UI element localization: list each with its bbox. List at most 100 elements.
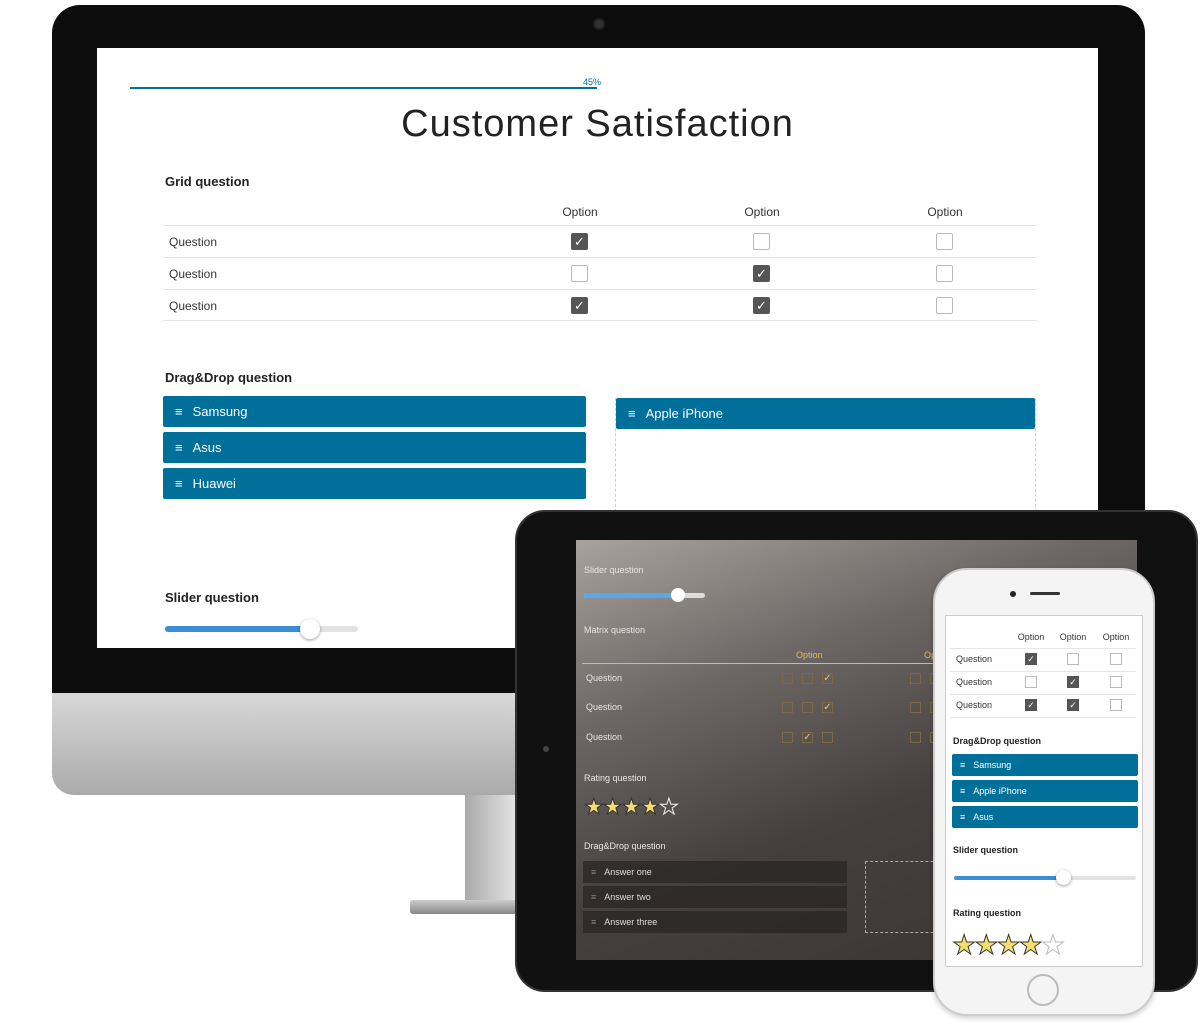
slider[interactable] xyxy=(165,619,358,639)
star-icon[interactable]: ★ xyxy=(1040,930,1065,961)
checkbox[interactable] xyxy=(782,732,793,743)
row-label: Question xyxy=(956,700,993,710)
checkbox[interactable]: ✓ xyxy=(1025,653,1037,665)
row-label: Question xyxy=(169,299,218,313)
matrix-column-header: Option xyxy=(796,650,823,660)
drag-handle-icon: ≡ xyxy=(591,892,597,902)
row-label: Question xyxy=(956,677,993,687)
slider-question-label: Slider question xyxy=(584,565,644,575)
dragdrop-question-label: Drag&Drop question xyxy=(165,370,293,385)
camera-icon xyxy=(593,18,605,30)
checkbox[interactable]: ✓ xyxy=(822,702,833,713)
checkbox[interactable] xyxy=(1067,653,1079,665)
table-row: Question ✓ xyxy=(163,225,1037,257)
dragdrop-question-label: Drag&Drop question xyxy=(953,736,1042,746)
checkbox[interactable] xyxy=(822,732,833,743)
dragdrop-item-label: Samsung xyxy=(192,404,248,419)
dragdrop-item-label: Apple iPhone xyxy=(973,786,1027,796)
drag-handle-icon: ≡ xyxy=(591,917,597,927)
slider-thumb[interactable] xyxy=(1056,870,1072,885)
row-divider xyxy=(950,648,1136,649)
hamburger-icon: ≡ xyxy=(175,476,183,491)
checkbox[interactable]: ✓ xyxy=(822,673,833,684)
checkbox[interactable]: ✓ xyxy=(1025,699,1037,711)
dragdrop-item[interactable]: ≡ Huawei xyxy=(163,468,586,499)
star-icon[interactable]: ★ xyxy=(621,794,642,820)
column-header: Option xyxy=(927,205,963,219)
column-header: Option xyxy=(1059,632,1087,642)
progress-label: 45% xyxy=(583,77,602,87)
table-row: Question ✓ ✓ xyxy=(163,289,1037,321)
dragdrop-source: ≡ Samsung ≡ Asus ≡ Huawei xyxy=(163,396,586,504)
checkbox[interactable] xyxy=(1110,699,1122,711)
checkbox[interactable] xyxy=(802,702,813,713)
dragdrop-item[interactable]: ≡ Apple iPhone xyxy=(952,780,1138,802)
checkbox[interactable] xyxy=(782,673,793,684)
dragdrop-item[interactable]: ≡ Answer one xyxy=(583,861,847,883)
checkbox[interactable]: ✓ xyxy=(1067,676,1079,688)
dragdrop-item-label: Answer three xyxy=(604,917,658,927)
checkbox[interactable] xyxy=(910,732,921,743)
checkbox[interactable]: ✓ xyxy=(753,265,770,282)
slider-thumb[interactable] xyxy=(671,588,686,602)
checkbox[interactable]: ✓ xyxy=(571,233,588,250)
rating-question-label: Rating question xyxy=(953,908,1021,918)
column-header: Option xyxy=(1102,632,1130,642)
phone-speaker xyxy=(1030,592,1060,595)
checkbox[interactable] xyxy=(1110,653,1122,665)
progress-bar xyxy=(130,87,597,89)
dragdrop-item[interactable]: ≡ Samsung xyxy=(952,754,1138,776)
hamburger-icon: ≡ xyxy=(960,786,966,796)
slider-thumb[interactable] xyxy=(299,619,320,639)
checkbox[interactable] xyxy=(910,702,921,713)
dragdrop-item-label: Asus xyxy=(192,440,222,455)
drag-handle-icon: ≡ xyxy=(591,867,597,877)
slider-question-label: Slider question xyxy=(165,590,259,605)
star-icon[interactable]: ★ xyxy=(996,930,1021,961)
dragdrop-item-label: Answer one xyxy=(604,867,652,877)
hamburger-icon: ≡ xyxy=(175,404,183,419)
checkbox[interactable]: ✓ xyxy=(802,732,813,743)
rating-question-label: Rating question xyxy=(584,773,647,783)
dragdrop-item[interactable]: ≡ Asus xyxy=(952,806,1138,828)
checkbox[interactable]: ✓ xyxy=(1067,699,1079,711)
dragdrop-source: ≡ Answer one ≡ Answer two ≡ Answer three xyxy=(583,861,847,936)
star-icon[interactable]: ★ xyxy=(974,930,999,961)
checkbox[interactable] xyxy=(782,702,793,713)
star-rating[interactable]: ★★★★★ xyxy=(584,794,680,820)
row-divider xyxy=(950,671,1136,672)
dragdrop-item[interactable]: ≡ Asus xyxy=(163,432,586,463)
checkbox[interactable] xyxy=(1110,676,1122,688)
checkbox[interactable]: ✓ xyxy=(753,297,770,314)
checkbox[interactable] xyxy=(936,297,953,314)
phone-home-button[interactable] xyxy=(1027,974,1059,1006)
star-icon[interactable]: ★ xyxy=(640,794,661,820)
dragdrop-item[interactable]: ≡ Answer two xyxy=(583,886,847,908)
slider[interactable] xyxy=(954,870,1136,885)
checkbox[interactable] xyxy=(910,673,921,684)
slider[interactable] xyxy=(584,588,705,602)
checkbox[interactable] xyxy=(1025,676,1037,688)
star-icon[interactable]: ★ xyxy=(658,794,679,820)
checkbox[interactable]: ✓ xyxy=(571,297,588,314)
dragdrop-item[interactable]: ≡ Samsung xyxy=(163,396,586,427)
star-icon[interactable]: ★ xyxy=(584,794,605,820)
checkbox[interactable] xyxy=(936,265,953,282)
column-header: Option xyxy=(1017,632,1045,642)
star-icon[interactable]: ★ xyxy=(1018,930,1043,961)
checkbox[interactable] xyxy=(802,673,813,684)
page-title: Customer Satisfaction xyxy=(401,103,794,145)
row-label: Question xyxy=(169,235,218,249)
star-rating[interactable]: ★★★★★ xyxy=(951,930,1065,961)
dragdrop-item-label: Asus xyxy=(973,812,994,822)
checkbox[interactable] xyxy=(936,233,953,250)
grid-question-label: Grid question xyxy=(165,174,250,189)
grid-table: Option Option Option Question ✓ Question ✓ Ques… xyxy=(163,203,1037,321)
dragdrop-item-label: Samsung xyxy=(973,760,1012,770)
star-icon[interactable]: ★ xyxy=(602,794,623,820)
dragdrop-item[interactable]: ≡ Apple iPhone xyxy=(616,398,1035,429)
dragdrop-item[interactable]: ≡ Answer three xyxy=(583,911,847,933)
checkbox[interactable] xyxy=(571,265,588,282)
checkbox[interactable] xyxy=(753,233,770,250)
star-icon[interactable]: ★ xyxy=(951,930,976,961)
